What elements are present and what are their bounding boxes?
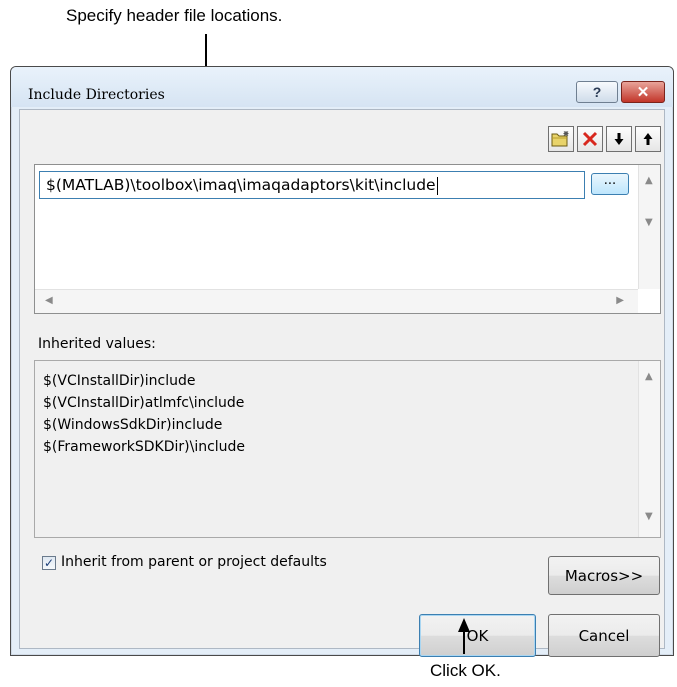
inherited-value-item: $(WindowsSdkDir)include <box>43 417 223 433</box>
directory-list-horizontal-scrollbar[interactable]: ◀ ▶ <box>35 289 638 313</box>
checkmark-icon: ✓ <box>43 556 55 570</box>
scroll-down-arrow-icon[interactable]: ▼ <box>645 511 653 522</box>
folder-new-icon <box>551 131 569 147</box>
scroll-right-arrow-icon[interactable]: ▶ <box>616 295 624 306</box>
ok-button[interactable]: OK <box>419 614 536 657</box>
include-directories-list[interactable]: $(MATLAB)\toolbox\imaq\imaqadaptors\kit\… <box>34 164 661 314</box>
text-caret <box>436 176 438 195</box>
directory-entry-input[interactable]: $(MATLAB)\toolbox\imaq\imaqadaptors\kit\… <box>39 171 585 199</box>
inherit-defaults-label[interactable]: Inherit from parent or project defaults <box>61 554 327 570</box>
close-icon: ✕ <box>636 84 650 101</box>
inherited-values-label: Inherited values: <box>38 336 156 352</box>
macros-button[interactable]: Macros>> <box>548 556 660 595</box>
move-up-button[interactable] <box>635 126 661 152</box>
window-title: Include Directories <box>28 87 165 103</box>
cancel-button[interactable]: Cancel <box>548 614 660 657</box>
inherited-values-list: $(VCInstallDir)include $(VCInstallDir)at… <box>34 360 661 538</box>
dialog-client-area: $(MATLAB)\toolbox\imaq\imaqadaptors\kit\… <box>19 109 665 657</box>
bottom-callout-arrow-line <box>463 630 465 654</box>
inherited-list-vertical-scrollbar[interactable]: ▲ ▼ <box>638 361 660 537</box>
help-button[interactable]: ? <box>576 81 618 103</box>
arrow-down-icon <box>614 133 624 145</box>
close-button[interactable]: ✕ <box>621 81 665 103</box>
scroll-up-arrow-icon[interactable]: ▲ <box>645 175 653 186</box>
inherit-defaults-checkbox[interactable]: ✓ <box>42 556 56 570</box>
directory-list-vertical-scrollbar[interactable]: ▲ ▼ <box>638 165 660 289</box>
new-line-button[interactable] <box>548 126 574 152</box>
scroll-down-arrow-icon[interactable]: ▼ <box>645 217 653 228</box>
arrow-up-icon <box>643 133 653 145</box>
include-directories-dialog: Include Directories ? ✕ $(MATLAB)\toolbo… <box>10 66 674 657</box>
inherited-value-item: $(VCInstallDir)atlmfc\include <box>43 395 245 411</box>
scroll-left-arrow-icon[interactable]: ◀ <box>45 295 53 306</box>
inherited-value-item: $(FrameworkSDKDir)\include <box>43 439 246 455</box>
delete-button[interactable] <box>577 126 603 152</box>
inherited-value-item: $(VCInstallDir)include <box>43 373 196 389</box>
bottom-callout-text: Click OK. <box>430 661 501 680</box>
move-down-button[interactable] <box>606 126 632 152</box>
browse-button[interactable]: ... <box>591 173 629 195</box>
delete-x-icon <box>582 131 598 147</box>
title-bar[interactable]: Include Directories ? ✕ <box>11 67 673 107</box>
directory-entry-text: $(MATLAB)\toolbox\imaq\imaqadaptors\kit\… <box>46 176 436 194</box>
scroll-up-arrow-icon[interactable]: ▲ <box>645 371 653 382</box>
top-callout-text: Specify header file locations. <box>66 6 283 25</box>
